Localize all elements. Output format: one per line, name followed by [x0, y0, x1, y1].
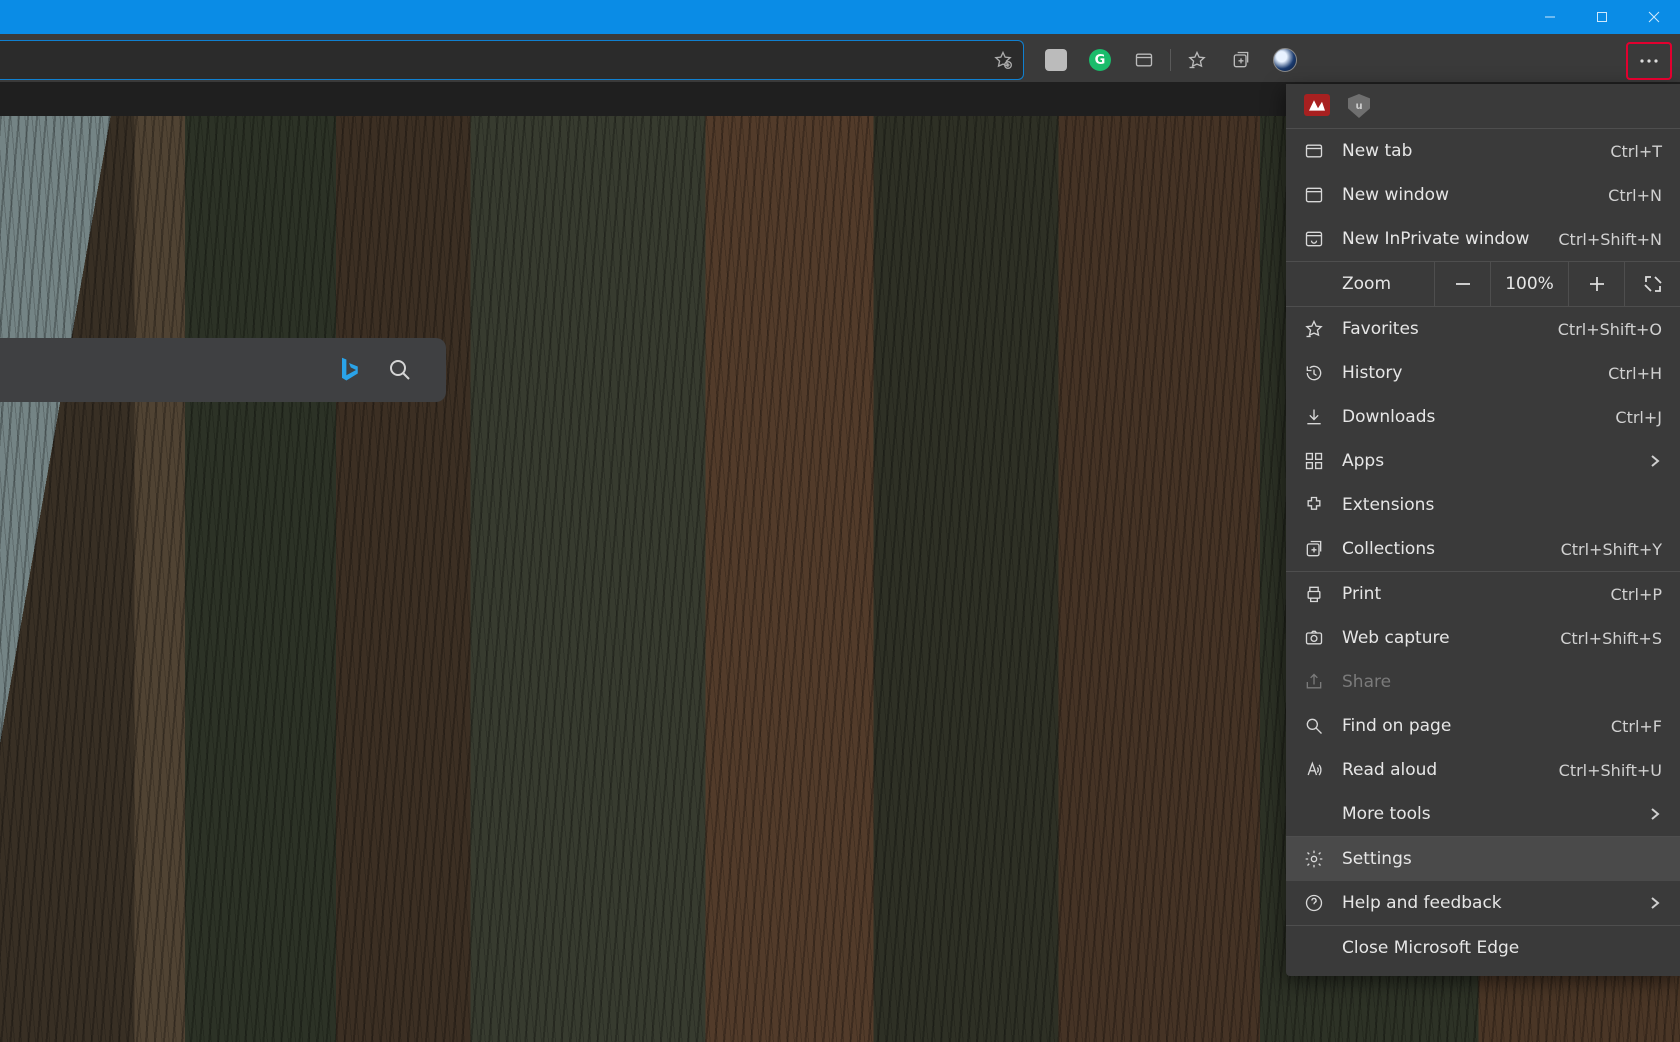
new-tab-icon: [1304, 141, 1324, 161]
chevron-right-icon: [1648, 896, 1662, 910]
settings-icon: [1304, 849, 1324, 869]
menu-web-capture[interactable]: Web capture Ctrl+Shift+S: [1286, 616, 1680, 660]
extension-1-button[interactable]: [1034, 40, 1078, 80]
settings-and-more-button[interactable]: [1626, 42, 1672, 80]
close-window-button[interactable]: [1628, 0, 1680, 34]
menu-downloads[interactable]: Downloads Ctrl+J: [1286, 395, 1680, 439]
menu-help[interactable]: Help and feedback: [1286, 881, 1680, 925]
pinned-extension-1-icon[interactable]: [1304, 94, 1330, 116]
inprivate-icon: [1304, 229, 1324, 249]
print-icon: [1304, 584, 1324, 604]
help-icon: [1304, 893, 1324, 913]
settings-and-more-menu: u New tab Ctrl+T New window Ctrl+N New I…: [1286, 84, 1680, 976]
share-icon: [1304, 672, 1324, 692]
menu-read-aloud[interactable]: Read aloud Ctrl+Shift+U: [1286, 748, 1680, 792]
menu-print[interactable]: Print Ctrl+P: [1286, 572, 1680, 616]
menu-extensions[interactable]: Extensions: [1286, 483, 1680, 527]
maximize-button[interactable]: [1576, 0, 1628, 34]
add-favorite-icon[interactable]: [993, 50, 1013, 70]
zoom-out-button[interactable]: [1434, 261, 1490, 307]
search-icon[interactable]: [388, 358, 412, 382]
menu-favorites[interactable]: Favorites Ctrl+Shift+O: [1286, 307, 1680, 351]
downloads-icon: [1304, 407, 1324, 427]
new-tab-search-box[interactable]: [0, 338, 446, 402]
menu-label: New tab: [1342, 141, 1592, 161]
collections-icon: [1304, 539, 1324, 559]
zoom-in-button[interactable]: [1568, 261, 1624, 307]
menu-close-edge[interactable]: Close Microsoft Edge: [1286, 926, 1680, 970]
menu-collections[interactable]: Collections Ctrl+Shift+Y: [1286, 527, 1680, 571]
history-icon: [1304, 363, 1324, 383]
menu-shortcut: Ctrl+T: [1610, 142, 1662, 161]
profile-avatar[interactable]: [1263, 40, 1307, 80]
toolbar-actions: G: [1034, 40, 1668, 80]
chevron-right-icon: [1648, 454, 1662, 468]
zoom-label: Zoom: [1286, 274, 1434, 294]
favorites-icon: [1304, 319, 1324, 339]
window-titlebar: [0, 0, 1680, 34]
menu-more-tools[interactable]: More tools: [1286, 792, 1680, 836]
menu-history[interactable]: History Ctrl+H: [1286, 351, 1680, 395]
minimize-button[interactable]: [1524, 0, 1576, 34]
menu-find[interactable]: Find on page Ctrl+F: [1286, 704, 1680, 748]
zoom-value: 100%: [1490, 261, 1568, 307]
find-icon: [1304, 716, 1324, 736]
extension-3-button[interactable]: [1122, 40, 1166, 80]
collections-button[interactable]: [1219, 40, 1263, 80]
menu-settings[interactable]: Settings: [1286, 837, 1680, 881]
favorites-button[interactable]: [1175, 40, 1219, 80]
apps-icon: [1304, 451, 1324, 471]
menu-extensions-row: u: [1286, 84, 1680, 128]
menu-share: Share: [1286, 660, 1680, 704]
bing-icon: [338, 356, 360, 384]
menu-new-window[interactable]: New window Ctrl+N: [1286, 173, 1680, 217]
menu-zoom-row: Zoom 100%: [1286, 261, 1680, 307]
chevron-right-icon: [1648, 807, 1662, 821]
new-window-icon: [1304, 185, 1324, 205]
address-bar[interactable]: [0, 40, 1024, 80]
read-aloud-icon: [1304, 760, 1324, 780]
menu-new-inprivate[interactable]: New InPrivate window Ctrl+Shift+N: [1286, 217, 1680, 261]
web-capture-icon: [1304, 628, 1324, 648]
menu-new-tab[interactable]: New tab Ctrl+T: [1286, 129, 1680, 173]
fullscreen-button[interactable]: [1624, 261, 1680, 307]
toolbar-separator: [1170, 49, 1171, 71]
extension-grammarly-button[interactable]: G: [1078, 40, 1122, 80]
pinned-extension-ublock-icon[interactable]: u: [1348, 94, 1370, 118]
extensions-icon: [1304, 495, 1324, 515]
menu-apps[interactable]: Apps: [1286, 439, 1680, 483]
